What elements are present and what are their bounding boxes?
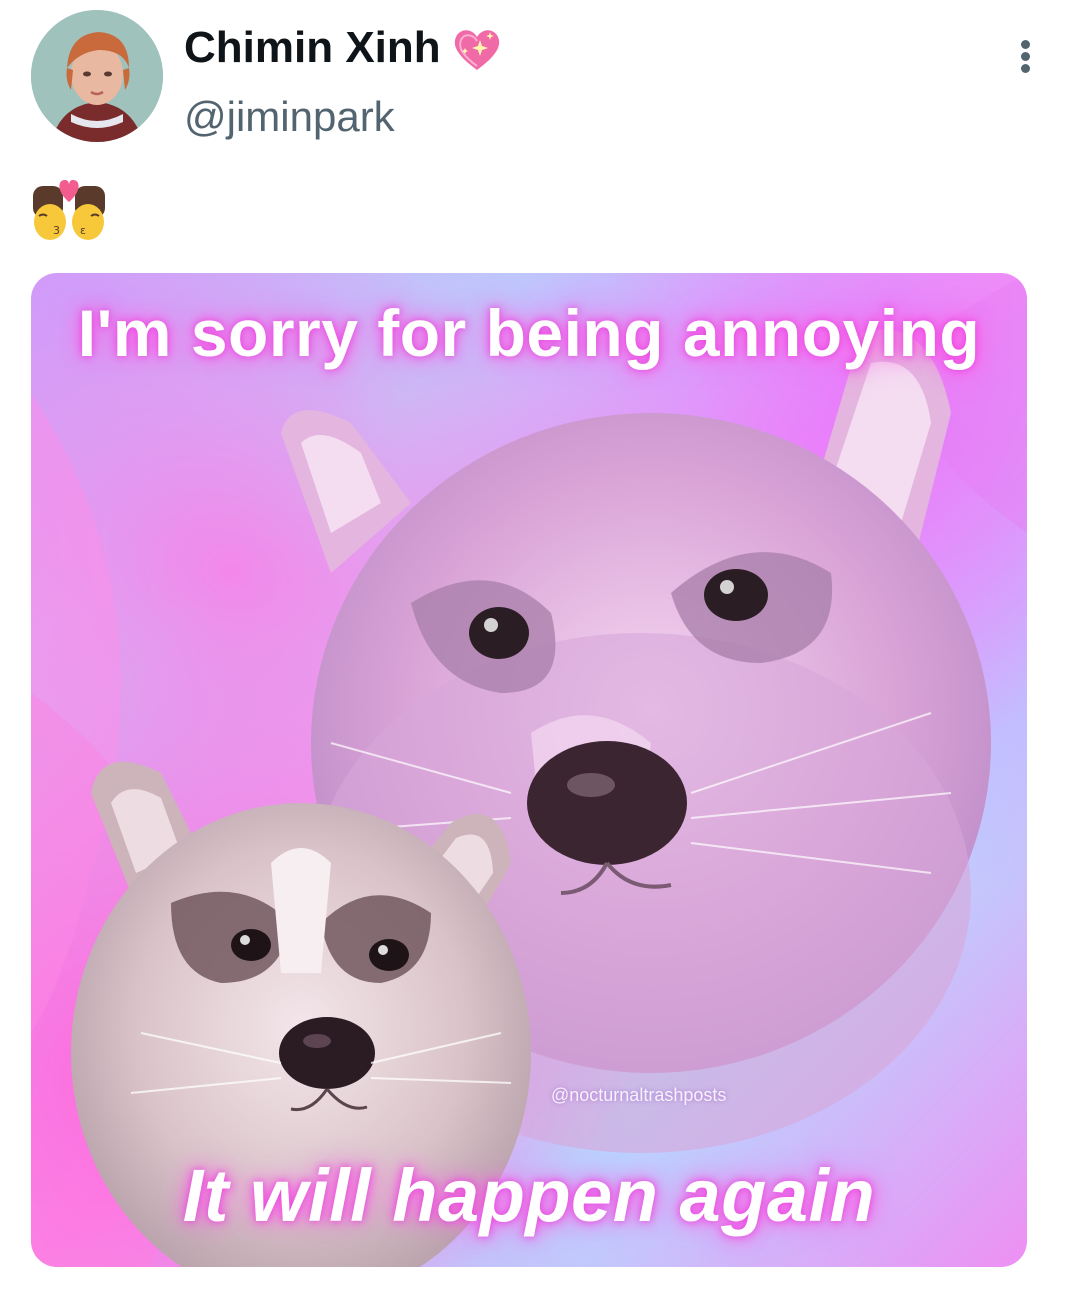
- vertical-ellipsis-icon: [1021, 40, 1030, 49]
- avatar-portrait-icon: [31, 10, 163, 142]
- svg-text:ε: ε: [80, 224, 86, 237]
- author-handle[interactable]: @jiminpark: [184, 90, 395, 144]
- avatar[interactable]: [31, 10, 163, 142]
- svg-text:3: 3: [53, 224, 60, 237]
- more-options-button[interactable]: [1004, 30, 1048, 82]
- tweet: Chimin Xinh @jiminpark 3 ε I'm sorry for…: [0, 0, 1080, 1296]
- sparkling-heart-icon: [454, 30, 500, 70]
- tweet-image[interactable]: I'm sorry for being annoying @nocturnalt…: [31, 273, 1027, 1267]
- meme-caption-top: I'm sorry for being annoying: [77, 296, 981, 370]
- raccoon-meme-illustration: [31, 273, 1027, 1267]
- kiss-woman-woman-emoji-icon: 3 ε: [33, 180, 105, 240]
- display-name[interactable]: Chimin Xinh: [184, 20, 441, 76]
- meme-watermark: @nocturnaltrashposts: [551, 1085, 727, 1105]
- meme-caption-bottom: It will happen again: [182, 1154, 876, 1237]
